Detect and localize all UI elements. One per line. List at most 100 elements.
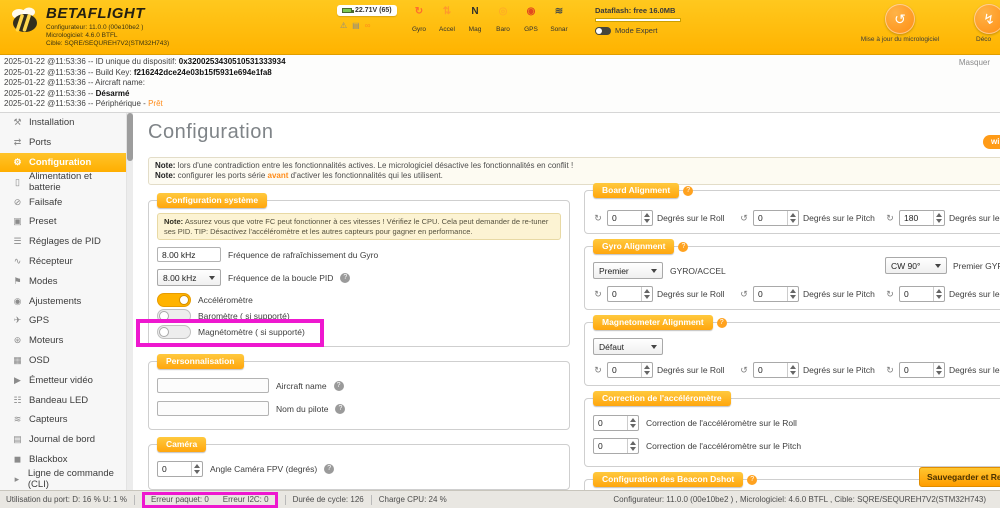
statusbar-divider xyxy=(285,495,286,505)
help-icon[interactable]: ? xyxy=(335,404,345,414)
i2c-error: Erreur I2C: 0 xyxy=(223,495,269,504)
roll-rotation-icon: ↻ xyxy=(593,213,603,224)
mag-pitch-stepper[interactable]: 0 xyxy=(753,362,799,378)
cli-icon: ▸ xyxy=(12,474,22,485)
flag-icon: ⚑ xyxy=(12,276,23,287)
board-pitch-stepper[interactable]: 0 xyxy=(753,210,799,226)
pilot-name-input[interactable] xyxy=(157,401,269,416)
firmware-update-icon: ↺ xyxy=(894,11,906,27)
sliders-icon: ☰ xyxy=(12,236,23,247)
chevron-down-icon xyxy=(209,276,215,280)
board-yaw-stepper[interactable]: 180 xyxy=(899,210,945,226)
configurator-version: Configurateur: 11.0.0 (00e10be2 ) xyxy=(46,24,169,32)
help-icon[interactable]: ? xyxy=(324,464,334,474)
hide-log-link[interactable]: Masquer xyxy=(959,58,990,69)
magnetometer-toggle[interactable] xyxy=(157,325,191,339)
sidebar-item-sensors[interactable]: ≋Capteurs xyxy=(0,410,126,430)
section-gyro-alignment: Gyro Alignment? Premier GYRO/ACCEL CW 90… xyxy=(584,246,1000,310)
gyro-frequency-input: 8.00 kHz xyxy=(157,247,221,262)
help-icon[interactable]: ? xyxy=(683,186,693,196)
sidebar-item-vtx[interactable]: ▶Émetteur vidéo xyxy=(0,370,126,390)
aircraft-name-input[interactable] xyxy=(157,378,269,393)
accelerometer-label: Accéléromètre xyxy=(198,295,253,305)
sidebar: ⚒Installation ⇄Ports ⚙Configuration ▯Ali… xyxy=(0,113,127,490)
disconnect-button[interactable]: ↯ Déco xyxy=(962,4,1000,43)
section-title-gyro-alignment: Gyro Alignment xyxy=(593,239,674,254)
mag-alignment-select[interactable]: Défaut xyxy=(593,338,663,355)
statusbar-divider xyxy=(134,495,135,505)
save-reboot-button[interactable]: Sauvegarder et Redém xyxy=(919,467,1000,487)
sidebar-item-logbook[interactable]: ▤Journal de bord xyxy=(0,430,126,450)
gyro-yaw-stepper[interactable]: 0 xyxy=(899,286,945,302)
sidebar-item-gps[interactable]: ✈GPS xyxy=(0,311,126,331)
sidebar-item-led-strip[interactable]: ☷Bandeau LED xyxy=(0,390,126,410)
pitch-rotation-icon: ↺ xyxy=(739,213,749,224)
disconnect-icon: ↯ xyxy=(983,11,995,27)
dataflash-block: Dataflash: free 16.0MB Mode Expert xyxy=(595,6,681,35)
accelerometer-icon: ⇅ xyxy=(433,5,461,18)
sidebar-item-failsafe[interactable]: ⊘Failsafe xyxy=(0,192,126,212)
error-highlight-annotation: Erreur paquet: 0 Erreur I2C: 0 xyxy=(142,492,278,508)
gyro-yaw-group: ↻ 0 Degrés sur le Yaw xyxy=(885,286,1000,302)
sidebar-item-blackbox[interactable]: ◼Blackbox xyxy=(0,450,126,470)
magnetometer-label: Magnétomètre ( si supporté) xyxy=(198,327,305,337)
gyro-roll-stepper[interactable]: 0 xyxy=(607,286,653,302)
port-usage: Utilisation du port: D: 16 % U: 1 % xyxy=(6,495,127,504)
accelerometer-toggle[interactable] xyxy=(157,293,191,307)
wiki-button[interactable]: wi xyxy=(983,135,1000,149)
sonar-icon: ≋ xyxy=(545,5,573,18)
chevron-down-icon xyxy=(651,345,657,349)
help-icon[interactable]: ? xyxy=(678,242,688,252)
sidebar-item-adjustments[interactable]: ◉Ajustements xyxy=(0,291,126,311)
app-header: BETAFLIGHT Configurateur: 11.0.0 (00e10b… xyxy=(0,0,1000,55)
sidebar-item-receiver[interactable]: ∿Récepteur xyxy=(0,252,126,272)
board-roll-stepper[interactable]: 0 xyxy=(607,210,653,226)
sidebar-item-cli[interactable]: ▸Ligne de commande (CLI) xyxy=(0,469,126,489)
led-icon: ☷ xyxy=(12,395,23,406)
log-line: 2025-01-22 @11:53:36 -- Aircraft name: xyxy=(4,78,996,89)
stepper-arrows[interactable] xyxy=(191,462,202,476)
pid-loop-frequency-select[interactable]: 8.00 kHz xyxy=(157,269,221,286)
sidebar-item-configuration[interactable]: ⚙Configuration xyxy=(0,153,126,173)
sensor-mag: N Mag xyxy=(461,5,489,36)
sidebar-item-ports[interactable]: ⇄Ports xyxy=(0,133,126,153)
sidebar-item-modes[interactable]: ⚑Modes xyxy=(0,271,126,291)
top-note: Note: lors d'une contradiction entre les… xyxy=(148,157,1000,185)
section-title-personalization: Personnalisation xyxy=(157,354,244,369)
mag-roll-stepper[interactable]: 0 xyxy=(607,362,653,378)
blackbox-icon: ◼ xyxy=(12,454,23,465)
sidebar-item-preset[interactable]: ▣Preset xyxy=(0,212,126,232)
gyro-first-select[interactable]: Premier xyxy=(593,262,663,279)
statusbar-divider xyxy=(371,495,372,505)
expert-mode-toggle[interactable] xyxy=(595,27,611,35)
gyro-pitch-stepper[interactable]: 0 xyxy=(753,286,799,302)
chevron-down-icon xyxy=(935,264,941,268)
battery-tab-icon: ▯ xyxy=(12,177,23,188)
cycle-time: Durée de cycle: 126 xyxy=(293,495,364,504)
help-icon[interactable]: ? xyxy=(340,273,350,283)
gyro-icon: ↻ xyxy=(405,5,433,18)
gyro-first-label: GYRO/ACCEL xyxy=(670,266,726,276)
sidebar-item-pid-tuning[interactable]: ☰Réglages de PID xyxy=(0,232,126,252)
sidebar-item-osd[interactable]: ▦OSD xyxy=(0,351,126,371)
mag-yaw-stepper[interactable]: 0 xyxy=(899,362,945,378)
barometer-icon: ◎ xyxy=(489,5,517,18)
firmware-update-button[interactable]: ↺ Mise à jour du micrologiciel xyxy=(845,4,955,43)
sidebar-item-motors[interactable]: ⊛Moteurs xyxy=(0,331,126,351)
gyro-cw-label: Premier GYRO xyxy=(953,261,1000,271)
sidebar-item-power-battery[interactable]: ▯Alimentation et batterie xyxy=(0,172,126,192)
gyro-cw-select[interactable]: CW 90° xyxy=(885,257,947,274)
accel-trim-pitch-stepper[interactable]: 0 xyxy=(593,438,639,454)
gps-tab-icon: ✈ xyxy=(12,315,23,326)
help-icon[interactable]: ? xyxy=(717,318,727,328)
help-icon[interactable]: ? xyxy=(334,381,344,391)
section-magnetometer-alignment: Magnetometer Alignment? Défaut ↻ 0 Degré… xyxy=(584,322,1000,386)
sidebar-item-installation[interactable]: ⚒Installation xyxy=(0,113,126,133)
accel-trim-roll-stepper[interactable]: 0 xyxy=(593,415,639,431)
mag-yaw-group: ↻ 0 Degrés sur le Yaw xyxy=(885,362,1000,378)
barometer-toggle[interactable] xyxy=(157,309,191,323)
sensor-gps: ◉ GPS xyxy=(517,5,545,36)
camera-angle-stepper[interactable]: 0 xyxy=(157,461,203,477)
help-icon[interactable]: ? xyxy=(747,475,757,485)
battery-icon xyxy=(342,8,352,13)
